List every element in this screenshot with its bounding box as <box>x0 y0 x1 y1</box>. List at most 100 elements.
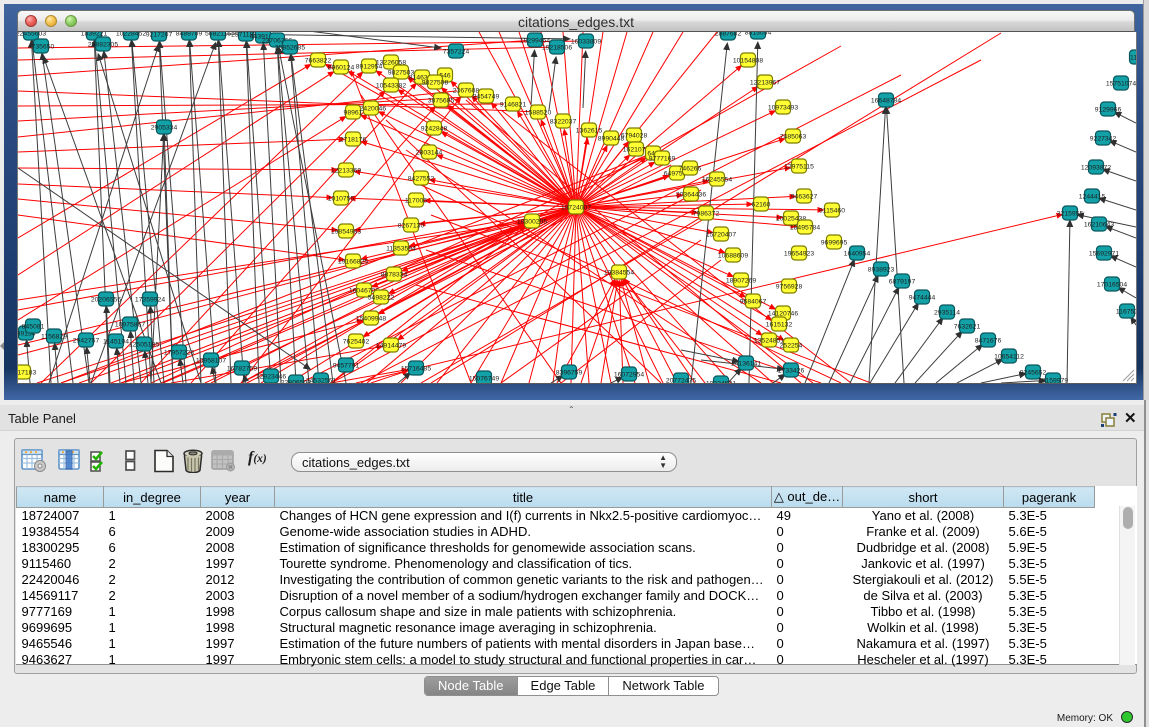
svg-text:17957223: 17957223 <box>164 349 194 356</box>
svg-text:1010755: 1010755 <box>328 195 355 202</box>
svg-text:10975867: 10975867 <box>115 321 145 328</box>
svg-text:19384554: 19384554 <box>604 269 634 276</box>
svg-text:8813054: 8813054 <box>745 32 772 36</box>
svg-text:3215955: 3215955 <box>1057 210 1084 217</box>
svg-text:9129966: 9129966 <box>1095 106 1122 113</box>
svg-text:12505185: 12505185 <box>129 341 159 348</box>
svg-text:10543382: 10543382 <box>376 82 406 89</box>
svg-text:7663822: 7663822 <box>305 57 332 64</box>
svg-text:9146821: 9146821 <box>500 101 527 108</box>
svg-text:19218506: 19218506 <box>542 44 572 51</box>
svg-text:10334531: 10334531 <box>706 380 736 383</box>
svg-text:9699695: 9699695 <box>821 239 848 246</box>
svg-text:2942757: 2942757 <box>73 337 100 344</box>
svg-text:6879197: 6879197 <box>889 278 916 285</box>
svg-text:11353594: 11353594 <box>386 245 416 252</box>
svg-text:9684067: 9684067 <box>740 298 767 305</box>
svg-text:4735650: 4735650 <box>28 43 55 50</box>
svg-text:15751074: 15751074 <box>1106 80 1136 87</box>
svg-text:1615132: 1615132 <box>766 321 793 328</box>
svg-text:19299464: 19299464 <box>520 37 550 44</box>
svg-text:5682115: 5682115 <box>205 32 231 37</box>
svg-text:20206556: 20206556 <box>91 296 121 303</box>
svg-text:2905334: 2905334 <box>151 124 178 131</box>
svg-text:2718176: 2718176 <box>340 136 367 143</box>
svg-text:7625402: 7625402 <box>343 338 370 345</box>
svg-text:2935114: 2935114 <box>934 309 960 316</box>
svg-text:252254: 252254 <box>780 342 803 349</box>
svg-text:16033809: 16033809 <box>571 38 601 45</box>
svg-text:117006: 117006 <box>405 197 427 204</box>
svg-text:10228452: 10228452 <box>116 32 146 37</box>
svg-text:15692971: 15692971 <box>1089 250 1119 257</box>
svg-text:14120746: 14120746 <box>768 310 798 317</box>
svg-text:28159979: 28159979 <box>1038 377 1068 383</box>
svg-text:62160: 62160 <box>752 201 771 208</box>
svg-text:9463627: 9463627 <box>791 193 818 200</box>
svg-text:22455603: 22455603 <box>18 32 46 37</box>
svg-text:10154808: 10154808 <box>733 57 763 64</box>
svg-text:16782759: 16782759 <box>227 365 257 372</box>
svg-text:12213369: 12213369 <box>331 167 361 174</box>
svg-text:7485063: 7485063 <box>780 133 807 140</box>
svg-text:8322037: 8322037 <box>550 118 577 125</box>
svg-text:18495784: 18495784 <box>790 224 820 231</box>
svg-text:25852685: 25852685 <box>275 44 305 51</box>
svg-text:12213967: 12213967 <box>750 79 780 86</box>
svg-text:20364436: 20364436 <box>676 191 706 198</box>
svg-text:8396759: 8396759 <box>556 369 583 376</box>
svg-text:8960124: 8960124 <box>328 64 355 71</box>
svg-text:8489709: 8489709 <box>176 32 203 37</box>
svg-text:9217207: 9217207 <box>146 32 173 38</box>
svg-text:5498222: 5498222 <box>368 294 395 301</box>
svg-text:16648784: 16648784 <box>871 97 901 104</box>
svg-text:9777169: 9777169 <box>649 155 676 162</box>
svg-text:10973493: 10973493 <box>768 104 798 111</box>
svg-text:16072954: 16072954 <box>614 371 644 378</box>
svg-text:98961: 98961 <box>344 109 363 116</box>
svg-text:14136141: 14136141 <box>731 360 761 367</box>
svg-text:2803144: 2803144 <box>416 149 443 156</box>
svg-text:15716485: 15716485 <box>401 365 431 372</box>
svg-text:1733426: 1733426 <box>778 367 805 374</box>
svg-text:9474444: 9474444 <box>909 294 936 301</box>
svg-text:7357224: 7357224 <box>443 48 470 55</box>
svg-text:9827508: 9827508 <box>422 79 449 86</box>
svg-text:3917183: 3917183 <box>18 369 36 376</box>
svg-text:12093872: 12093872 <box>1081 164 1111 171</box>
svg-text:8471676: 8471676 <box>975 337 1002 344</box>
svg-text:19166825: 19166825 <box>338 258 368 265</box>
svg-text:6794028: 6794028 <box>621 132 648 139</box>
svg-text:20772475: 20772475 <box>666 377 696 383</box>
svg-text:25882305: 25882305 <box>88 41 118 48</box>
svg-text:10688609: 10688609 <box>718 252 748 259</box>
svg-text:17359924: 17359924 <box>135 296 165 303</box>
svg-text:9115460: 9115460 <box>819 207 845 214</box>
svg-text:9242848: 9242848 <box>421 125 448 132</box>
svg-text:1156829: 1156829 <box>41 333 67 340</box>
svg-text:9245652: 9245652 <box>1020 369 1047 376</box>
svg-text:746266: 746266 <box>679 165 702 172</box>
svg-text:116753: 116753 <box>1116 308 1136 315</box>
svg-text:10958107: 10958107 <box>196 357 226 364</box>
svg-text:15076749: 15076749 <box>469 375 499 382</box>
svg-text:1112: 1112 <box>1130 54 1136 61</box>
svg-text:12975115: 12975115 <box>784 163 814 170</box>
svg-text:7632621: 7632621 <box>954 323 981 330</box>
svg-text:8427552: 8427552 <box>408 175 435 182</box>
svg-text:1588520: 1588520 <box>525 109 552 116</box>
svg-text:24532561: 24532561 <box>306 377 336 383</box>
svg-text:3875685: 3875685 <box>428 97 455 104</box>
svg-text:1362615: 1362615 <box>576 127 603 134</box>
svg-text:845081: 845081 <box>22 323 45 330</box>
svg-text:19654923: 19654923 <box>784 250 814 257</box>
svg-text:8878334: 8878334 <box>381 271 408 278</box>
svg-text:15409948: 15409948 <box>356 315 386 322</box>
svg-text:9457791: 9457791 <box>333 362 360 369</box>
svg-text:10654112: 10654112 <box>994 353 1024 360</box>
svg-text:1244415: 1244415 <box>1079 193 1106 200</box>
svg-text:8454749: 8454749 <box>473 93 500 100</box>
svg-text:15720407: 15720407 <box>706 231 736 238</box>
svg-text:18907269: 18907269 <box>726 277 756 284</box>
svg-text:17016504: 17016504 <box>1097 281 1127 288</box>
